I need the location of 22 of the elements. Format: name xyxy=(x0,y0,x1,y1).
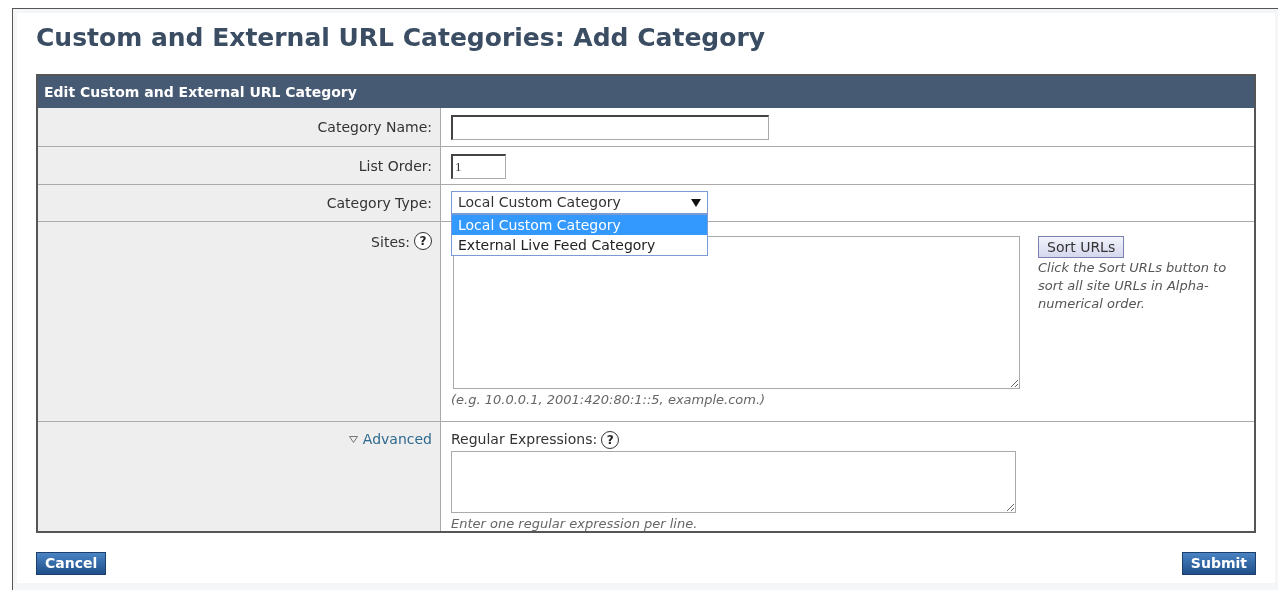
list-order-field[interactable]: 1 xyxy=(451,154,506,179)
field-label: Regular Expressions: xyxy=(451,430,598,449)
category-name-field[interactable] xyxy=(451,115,769,140)
hint-text: (e.g. 10.0.0.1, 2001:420:80:1::5, example.com.) xyxy=(451,391,767,409)
submit-button[interactable]: Submit xyxy=(1181,552,1256,575)
page-title: Custom and External URL Categories: Add Category xyxy=(36,22,767,54)
category-type-select[interactable]: Local Custom Category xyxy=(451,191,708,214)
advanced-toggle[interactable]: Advanced xyxy=(348,429,432,450)
help-text: Click the Sort URLs button to sort all site URLs in Alpha-numerical order. xyxy=(1038,259,1228,313)
regex-textarea[interactable] xyxy=(451,451,1016,513)
panel-header: Edit Custom and External URL Category xyxy=(38,76,1254,108)
hint-text: Enter one regular expression per line. xyxy=(451,515,699,533)
help-icon[interactable]: ? xyxy=(601,430,620,449)
field-label: Category Name: xyxy=(317,118,432,137)
field-label: Sites: xyxy=(371,233,410,252)
cancel-button[interactable]: Cancel xyxy=(36,552,107,575)
sort-urls-button[interactable]: Sort URLs xyxy=(1038,236,1125,258)
field-label: Category Type: xyxy=(326,194,432,213)
help-icon[interactable]: ? xyxy=(414,232,432,250)
field-label: List Order: xyxy=(358,157,432,176)
sites-textarea[interactable] xyxy=(453,236,1020,389)
caret-icon xyxy=(691,198,701,207)
